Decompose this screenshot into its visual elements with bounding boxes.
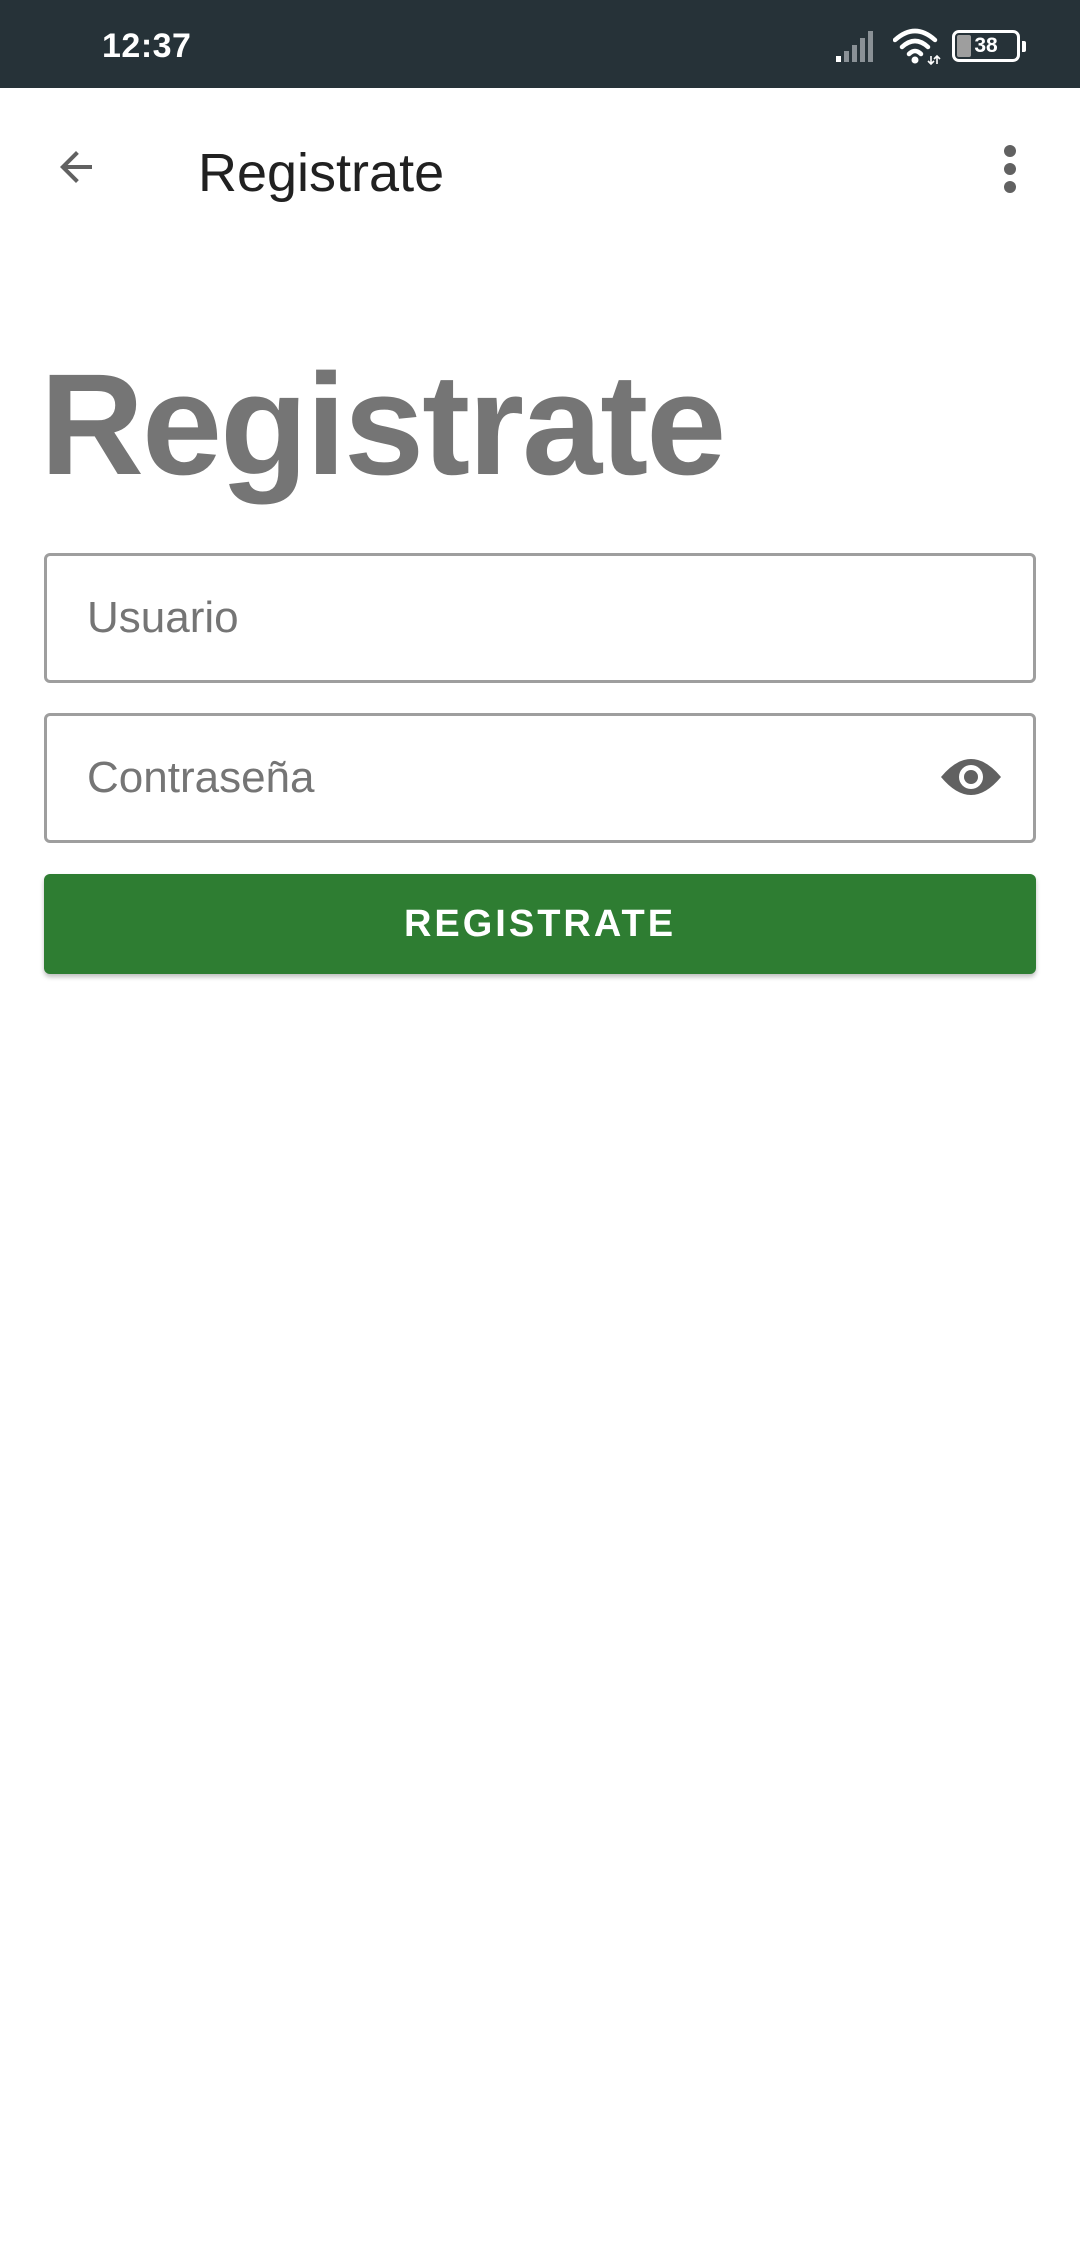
password-input[interactable] <box>87 716 947 840</box>
page-title: Registrate <box>198 143 445 203</box>
signal-icon <box>836 30 880 67</box>
wifi-icon <box>892 28 941 71</box>
app-bar: Registrate <box>0 88 1080 248</box>
battery-percentage: 38 <box>974 34 998 57</box>
username-field[interactable] <box>44 553 1036 683</box>
password-visibility-toggle[interactable] <box>939 749 1003 809</box>
battery-icon: 38 <box>952 30 1026 62</box>
status-time: 12:37 <box>102 27 192 65</box>
overflow-menu-button[interactable] <box>980 135 1040 207</box>
username-input[interactable] <box>87 556 947 680</box>
register-button[interactable]: REGISTRATE <box>44 874 1036 974</box>
arrow-back-icon <box>52 143 100 196</box>
register-screen: 12:37 38 Registrate Registrate Usuario R… <box>0 0 1080 2246</box>
eye-icon <box>939 755 1003 804</box>
back-button[interactable] <box>36 129 116 209</box>
register-heading: Registrate <box>40 344 726 505</box>
more-vert-icon <box>1003 144 1017 199</box>
password-field[interactable] <box>44 713 1036 843</box>
status-bar: 12:37 38 <box>0 0 1080 88</box>
